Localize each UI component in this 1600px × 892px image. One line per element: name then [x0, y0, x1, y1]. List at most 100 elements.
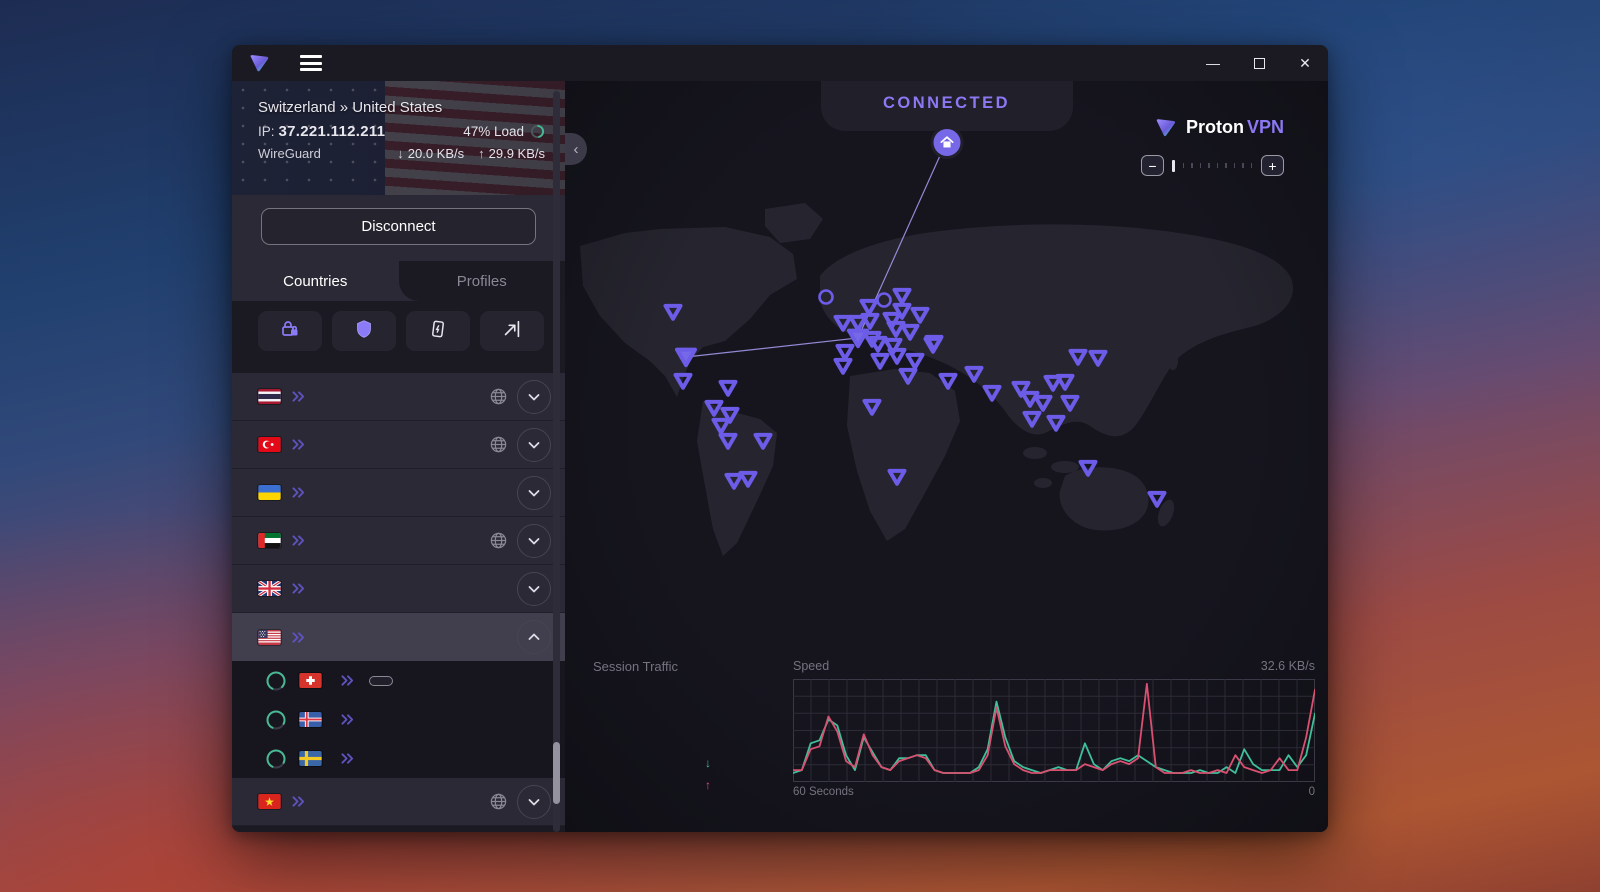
secure-core-button[interactable] — [258, 311, 322, 351]
double-chevron-icon — [340, 674, 355, 687]
globe-icon — [489, 387, 508, 406]
disconnect-button[interactable]: Disconnect — [261, 208, 536, 245]
zoom-slider-thumb[interactable] — [1172, 160, 1175, 172]
server-load-label: 47% Load — [463, 124, 524, 139]
proton-logo-icon — [246, 50, 272, 76]
server-marker[interactable] — [908, 355, 923, 368]
flag-th-icon — [258, 389, 281, 404]
zoom-slider-track[interactable] — [1183, 163, 1253, 168]
chart-x-left-label: 60 Seconds — [793, 786, 854, 798]
kill-switch-button[interactable] — [406, 311, 470, 351]
server-marker[interactable] — [838, 346, 853, 359]
server-marker[interactable] — [871, 338, 886, 351]
header-up-speed: 29.9 KB/s — [489, 146, 545, 161]
close-button[interactable]: ✕ — [1282, 45, 1328, 81]
globe-icon — [489, 435, 508, 454]
session-traffic-panel: Session Traffic ↓ ↑ — [593, 659, 791, 797]
disconnect-section: Disconnect — [232, 195, 565, 261]
server-row-ch[interactable] — [232, 661, 565, 700]
brand-proton-text: Proton — [1186, 117, 1244, 138]
proton-triangle-icon — [1152, 114, 1179, 141]
double-chevron-icon — [291, 534, 306, 547]
session-traffic-title: Session Traffic — [593, 659, 791, 674]
stat-row — [593, 684, 791, 707]
country-row-us[interactable] — [232, 613, 565, 661]
double-chevron-icon — [291, 390, 306, 403]
header-down-speed: 20.0 KB/s — [408, 146, 464, 161]
server-marker[interactable] — [836, 360, 851, 373]
list-scrollbar[interactable] — [553, 91, 560, 832]
map-zoom-control: − + — [1141, 155, 1284, 176]
titlebar: — ✕ — [232, 45, 1328, 81]
stat-row — [593, 707, 791, 730]
zoom-in-button[interactable]: + — [1261, 155, 1284, 176]
minimize-button[interactable]: — — [1190, 45, 1236, 81]
server-row-is[interactable] — [232, 700, 565, 739]
server-load-ring — [265, 748, 287, 770]
server-load-ring — [530, 124, 545, 139]
connected-banner: CONNECTED — [821, 81, 1073, 131]
stat-arrow-icon: ↑ — [701, 778, 715, 792]
country-row-tr[interactable] — [232, 421, 565, 469]
map-panel: ‹ CONNECTED — [565, 81, 1328, 832]
server-load-ring — [265, 670, 287, 692]
netshield-icon — [353, 318, 375, 345]
stat-row — [593, 729, 791, 752]
netshield-button[interactable] — [332, 311, 396, 351]
scrollbar-thumb[interactable] — [553, 742, 560, 804]
chart-series-up — [793, 684, 1315, 773]
server-marker[interactable] — [1150, 493, 1165, 506]
flag-gb-icon — [258, 581, 281, 596]
tab-profiles[interactable]: Profiles — [399, 261, 566, 301]
double-chevron-icon — [340, 752, 355, 765]
connection-card: Switzerland » United States IP: 37.221.1… — [232, 81, 565, 195]
expand-country-button[interactable] — [517, 428, 551, 462]
brand-logo: Proton VPN — [1152, 114, 1284, 141]
chart-series-down — [793, 702, 1315, 773]
flag-vn-icon — [258, 794, 281, 809]
tab-countries[interactable]: Countries — [232, 261, 399, 301]
expand-country-button[interactable] — [517, 380, 551, 414]
expand-country-button[interactable] — [517, 785, 551, 819]
expand-country-button[interactable] — [517, 572, 551, 606]
zoom-out-button[interactable]: − — [1141, 155, 1164, 176]
speed-chart: Speed 32.6 KB/s 60 Seconds 0 — [793, 659, 1315, 798]
stat-row: ↓ — [593, 752, 791, 775]
flag-ch-icon — [299, 673, 322, 688]
flag-us-icon — [258, 630, 281, 645]
expand-country-button[interactable] — [517, 620, 551, 654]
country-row-th[interactable] — [232, 373, 565, 421]
country-row-gb[interactable] — [232, 565, 565, 613]
double-chevron-icon — [291, 631, 306, 644]
country-row-ua[interactable] — [232, 469, 565, 517]
flag-is-icon — [299, 712, 322, 727]
expand-country-button[interactable] — [517, 524, 551, 558]
server-row-se[interactable] — [232, 739, 565, 778]
down-arrow-icon: ↓ — [397, 146, 404, 161]
server-disconnect-button[interactable] — [369, 676, 393, 686]
globe-icon — [489, 792, 508, 811]
server-marker[interactable] — [873, 355, 888, 368]
server-marker[interactable] — [721, 382, 736, 395]
flag-tr-icon — [258, 437, 281, 452]
chart-x-right-label: 0 — [1309, 786, 1315, 798]
maximize-button[interactable] — [1236, 45, 1282, 81]
ip-value: 37.221.112.211 — [279, 123, 386, 140]
menu-hamburger-icon[interactable] — [300, 55, 322, 71]
country-row-ae[interactable] — [232, 517, 565, 565]
ip-label: IP: — [258, 124, 275, 139]
stat-arrow-icon: ↓ — [701, 756, 715, 770]
filter-bar — [232, 301, 565, 363]
protocol-label: WireGuard — [258, 146, 321, 161]
stat-row: ↑ — [593, 774, 791, 797]
flag-se-icon — [299, 751, 322, 766]
port-forwarding-button[interactable] — [480, 311, 544, 351]
server-marker[interactable] — [890, 350, 905, 363]
home-marker[interactable] — [930, 126, 963, 159]
chart-max-label: 32.6 KB/s — [1261, 659, 1315, 673]
maximize-icon — [1254, 58, 1265, 69]
expand-country-button[interactable] — [517, 476, 551, 510]
double-chevron-icon — [291, 582, 306, 595]
sidebar: Switzerland » United States IP: 37.221.1… — [232, 81, 565, 832]
country-row-vn[interactable] — [232, 778, 565, 826]
